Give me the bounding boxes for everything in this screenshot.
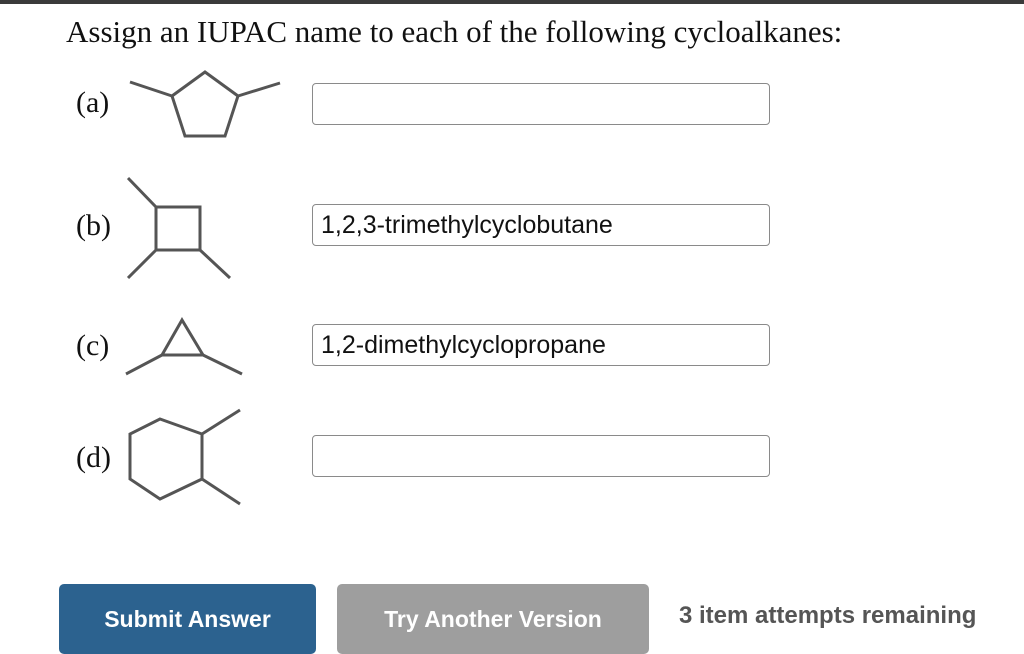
top-border [0, 0, 1024, 4]
attempts-remaining-text: 3 item attempts remaining [679, 602, 977, 629]
answer-input-d[interactable] [312, 435, 770, 477]
answer-input-a[interactable] [312, 83, 770, 125]
item-label-c: (c) [76, 329, 110, 362]
item-label-a: (a) [76, 86, 110, 119]
submit-answer-button[interactable]: Submit Answer [59, 584, 316, 654]
answer-input-c[interactable] [312, 324, 770, 366]
answer-input-b[interactable] [312, 204, 770, 246]
item-label-d: (d) [76, 441, 111, 474]
methylcyclopentane-structure-icon [129, 70, 281, 138]
question-prompt: Assign an IUPAC name to each of the foll… [66, 14, 843, 49]
try-another-version-button[interactable]: Try Another Version [337, 584, 649, 654]
trimethylcyclobutane-structure-icon [126, 176, 232, 280]
item-label-b: (b) [76, 209, 111, 242]
dimethylcyclohexane-structure-icon [128, 408, 241, 506]
dimethylcyclopropane-structure-icon [125, 317, 243, 376]
